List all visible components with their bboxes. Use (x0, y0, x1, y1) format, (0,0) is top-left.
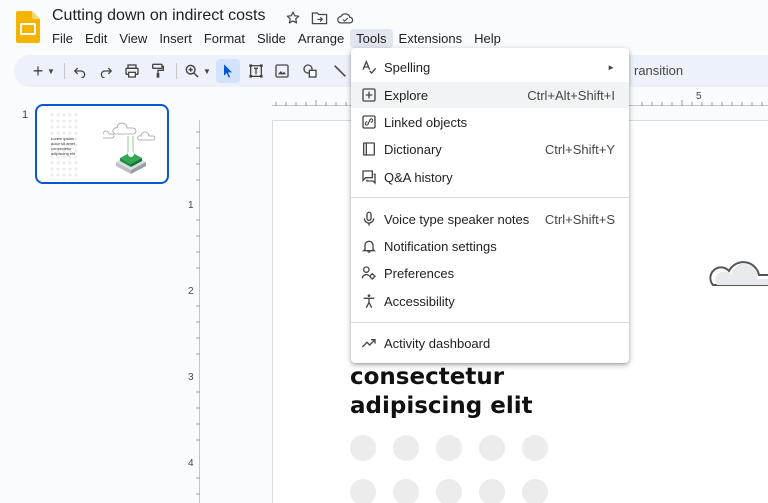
menu-tools[interactable]: Tools (350, 29, 393, 48)
line-icon[interactable] (328, 59, 352, 83)
menu-insert[interactable]: Insert (153, 29, 198, 48)
menu-file[interactable]: File (46, 29, 79, 48)
image-icon[interactable] (270, 59, 294, 83)
bell-icon (361, 238, 377, 254)
menu-view[interactable]: View (113, 29, 153, 48)
transition-button[interactable]: ransition (634, 63, 683, 78)
select-icon[interactable] (216, 59, 240, 83)
microphone-icon (361, 211, 377, 227)
select-box-icon[interactable] (244, 59, 268, 83)
slide-thumbnail[interactable]: Lorem ipsum dolor sit amet consectetur a… (35, 104, 169, 184)
vertical-ruler[interactable]: 1 2 3 4 (186, 120, 200, 503)
menu-item-dictionary[interactable]: Dictionary Ctrl+Shift+Y (351, 136, 629, 162)
dropdown-arrow-icon[interactable]: ▼ (44, 59, 58, 83)
menu-item-voice-type[interactable]: Voice type speaker notes Ctrl+Shift+S (351, 206, 629, 232)
menu-slide[interactable]: Slide (251, 29, 292, 48)
menu-item-spelling[interactable]: Spelling ► (351, 54, 629, 80)
menu-edit[interactable]: Edit (79, 29, 113, 48)
qa-history-icon (361, 169, 377, 185)
paint-format-icon[interactable] (146, 59, 170, 83)
tools-menu: Spelling ► Explore Ctrl+Alt+Shift+I Link… (351, 48, 629, 363)
menu-arrange[interactable]: Arrange (292, 29, 350, 48)
menu-item-qa-history[interactable]: Q&A history (351, 164, 629, 190)
menu-bar: File Edit View Insert Format Slide Arran… (46, 29, 507, 48)
menu-item-linked-objects[interactable]: Linked objects (351, 109, 629, 135)
menu-item-explore[interactable]: Explore Ctrl+Alt+Shift+I (351, 82, 629, 108)
cloud-illustration-icon (709, 261, 768, 286)
ruler-label: 3 (188, 372, 194, 383)
thumbnail-illustration-icon (103, 122, 156, 174)
ruler-label: 5 (696, 91, 702, 102)
document-title[interactable]: Cutting down on indirect costs (52, 7, 265, 25)
decorative-dot (350, 479, 376, 503)
menu-divider (351, 197, 629, 198)
slide-body-text[interactable]: consectetur adipiscing elit (350, 363, 533, 421)
thumbnail-text: Lorem ipsum dolor sit amet consectetur a… (51, 136, 76, 156)
ruler-label: 4 (188, 458, 194, 469)
decorative-dot (393, 479, 419, 503)
menu-divider (351, 322, 629, 323)
explore-icon (361, 87, 377, 103)
slide-text-line: consectetur (350, 364, 505, 390)
menu-item-notification-settings[interactable]: Notification settings (351, 233, 629, 259)
ruler-label: 2 (188, 286, 194, 297)
decorative-dot (479, 479, 505, 503)
undo-icon[interactable] (68, 59, 92, 83)
slides-logo-icon[interactable] (16, 11, 40, 43)
menu-format[interactable]: Format (198, 29, 251, 48)
shortcut-text: Ctrl+Alt+Shift+I (527, 87, 615, 103)
linked-objects-icon (361, 114, 377, 130)
spelling-icon (361, 59, 377, 75)
menu-extensions[interactable]: Extensions (393, 29, 469, 48)
shortcut-text: Ctrl+Shift+S (544, 211, 615, 227)
redo-icon[interactable] (94, 59, 118, 83)
preferences-icon (361, 265, 377, 281)
cloud-status-icon[interactable] (336, 9, 354, 27)
decorative-dot (522, 479, 548, 503)
decorative-dot (436, 479, 462, 503)
dictionary-icon (361, 141, 377, 157)
star-icon[interactable] (284, 9, 302, 27)
slide-number: 1 (22, 109, 29, 121)
print-icon[interactable] (120, 59, 144, 83)
decorative-dot (479, 435, 505, 461)
decorative-dot (393, 435, 419, 461)
decorative-dot (350, 435, 376, 461)
menu-item-preferences[interactable]: Preferences (351, 260, 629, 286)
accessibility-icon (361, 293, 377, 309)
menu-item-accessibility[interactable]: Accessibility (351, 288, 629, 314)
move-folder-icon[interactable] (310, 9, 328, 27)
menu-item-activity-dashboard[interactable]: Activity dashboard (351, 330, 629, 356)
submenu-arrow-icon: ► (607, 62, 615, 72)
shortcut-text: Ctrl+Shift+Y (544, 141, 615, 157)
menu-help[interactable]: Help (468, 29, 507, 48)
decorative-dot (436, 435, 462, 461)
trending-icon (361, 335, 377, 351)
shape-icon[interactable] (298, 59, 322, 83)
zoom-dropdown-icon[interactable]: ▼ (200, 59, 214, 83)
slide-text-line: adipiscing elit (350, 393, 533, 419)
ruler-label: 1 (188, 200, 194, 211)
decorative-dot (522, 435, 548, 461)
